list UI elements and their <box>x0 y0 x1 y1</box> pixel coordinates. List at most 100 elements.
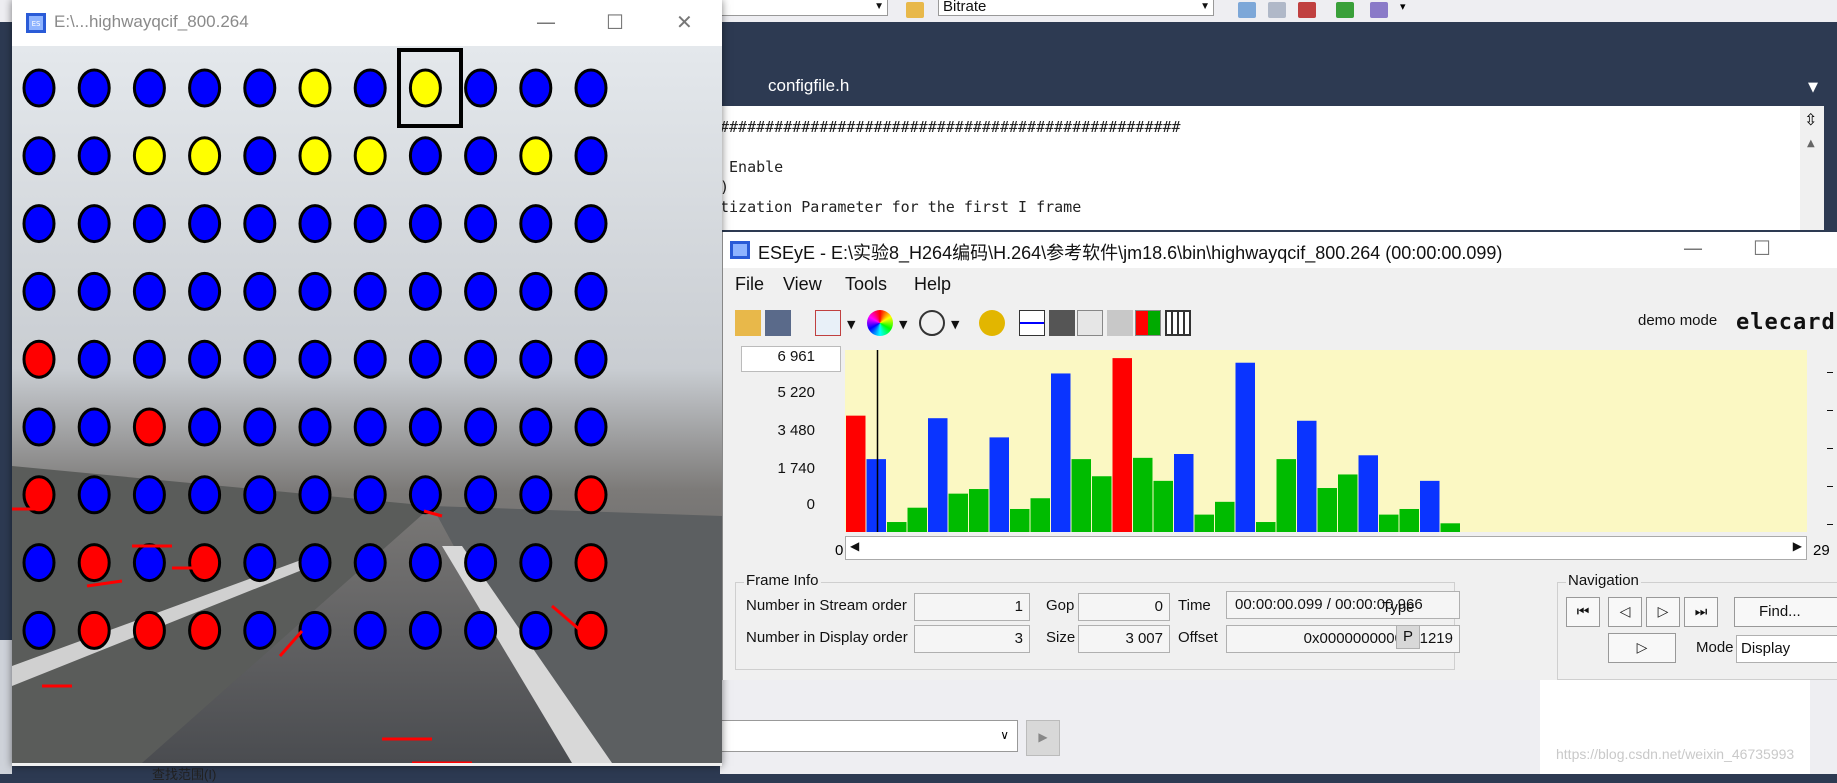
menu-file[interactable]: File <box>735 274 764 295</box>
macroblock-dot-blue <box>243 204 277 244</box>
macroblock-dot-blue <box>408 610 442 650</box>
close-icon[interactable]: ✕ <box>676 10 693 34</box>
macroblock-dot-blue <box>353 407 387 447</box>
bar-frame-16[interactable] <box>1174 454 1194 532</box>
code-editor[interactable]: ########################################… <box>720 106 1800 230</box>
bar-frame-9[interactable] <box>1030 498 1051 532</box>
mode-select[interactable]: Display <box>1736 635 1837 663</box>
bar-frame-15[interactable] <box>1153 480 1174 532</box>
bar-frame-4[interactable] <box>928 418 948 532</box>
tools-icon[interactable] <box>1298 2 1316 18</box>
bar-frame-28[interactable] <box>1420 480 1440 532</box>
minimize-icon[interactable]: — <box>1683 236 1703 260</box>
find-icon[interactable] <box>1238 2 1256 18</box>
bar-frame-25[interactable] <box>1358 455 1379 532</box>
folder-icon[interactable] <box>906 2 924 18</box>
calculator-icon[interactable] <box>1049 310 1075 336</box>
color-icon[interactable] <box>867 310 893 336</box>
macroblock-dot-blue <box>298 407 332 447</box>
macroblock-dot-blue <box>243 610 277 650</box>
maximize-icon[interactable]: ☐ <box>606 10 624 34</box>
macroblock-dot-blue <box>22 543 56 583</box>
macroblock-dot-blue <box>353 204 387 244</box>
bar-frame-20[interactable] <box>1256 522 1276 532</box>
scroll-left-icon[interactable]: ◀ <box>850 539 859 553</box>
layout-icon[interactable] <box>1370 2 1388 18</box>
maximize-icon[interactable]: ☐ <box>1753 236 1771 260</box>
export-icon[interactable] <box>1336 2 1354 18</box>
bar-frame-5[interactable] <box>948 493 969 532</box>
scroll-right-icon[interactable]: ▶ <box>1793 539 1802 553</box>
next-frame-icon[interactable]: ▷ <box>1646 597 1680 627</box>
bitrate-chart[interactable] <box>845 350 1807 532</box>
bar-frame-26[interactable] <box>1379 514 1399 532</box>
macroblock-dot-red <box>132 610 166 650</box>
bar-frame-24[interactable] <box>1338 474 1358 532</box>
macroblock-dot-blue <box>353 339 387 379</box>
save-icon[interactable] <box>765 310 791 336</box>
go-button[interactable]: ▶ <box>1026 720 1060 756</box>
chevron-down-icon[interactable]: ▼ <box>899 318 907 331</box>
bar-frame-22[interactable] <box>1297 420 1317 532</box>
find-button[interactable]: Find... <box>1734 597 1837 627</box>
bar-frame-18[interactable] <box>1215 501 1235 532</box>
bar-frame-6[interactable] <box>969 489 989 532</box>
motion-vector-icon[interactable] <box>1077 310 1103 336</box>
properties-icon[interactable] <box>1268 2 1286 18</box>
bar-frame-10[interactable] <box>1051 373 1071 532</box>
grid-gray-icon[interactable] <box>1107 310 1133 336</box>
bar-frame-2[interactable] <box>887 522 907 532</box>
app-icon: ES <box>26 13 46 33</box>
tab-configfile[interactable]: configfile.h <box>768 76 849 96</box>
bar-frame-13[interactable] <box>1112 358 1133 532</box>
chart-icon[interactable] <box>815 310 841 336</box>
macroblock-dot-blue <box>353 475 387 515</box>
hline-icon[interactable] <box>1019 310 1045 336</box>
editor-scrollbar[interactable]: ⇳ ▲ <box>1800 106 1824 230</box>
macroblock-dot-blue <box>464 204 498 244</box>
menu-tools[interactable]: Tools <box>845 274 887 295</box>
bar-frame-17[interactable] <box>1194 514 1215 532</box>
grid-icon[interactable] <box>1165 310 1191 336</box>
scroll-up-icon[interactable]: ▲ <box>1807 138 1815 149</box>
eseye-titlebar[interactable]: ESEyE - E:\实验8_H264编码\H.264\参考软件\jm18.6\… <box>723 232 1837 268</box>
first-frame-icon[interactable]: ⏮ <box>1566 597 1600 627</box>
chevron-down-icon: ▼ <box>1200 1 1210 12</box>
open-icon[interactable] <box>735 310 761 336</box>
tab-dropdown-icon[interactable]: ▼ <box>1808 80 1818 95</box>
prev-frame-icon[interactable]: ◁ <box>1608 597 1642 627</box>
bar-frame-7[interactable] <box>989 437 1010 532</box>
menu-view[interactable]: View <box>783 274 822 295</box>
bar-frame-3[interactable] <box>907 507 928 532</box>
bar-frame-21[interactable] <box>1276 459 1297 532</box>
video-frame[interactable] <box>12 46 722 763</box>
bar-frame-29[interactable] <box>1440 523 1461 532</box>
minimize-icon[interactable]: — <box>536 10 556 34</box>
ide-bitrate-combo[interactable]: Bitrate ▼ <box>938 0 1214 16</box>
bar-frame-14[interactable] <box>1133 457 1153 532</box>
bar-frame-8[interactable] <box>1010 508 1030 532</box>
macroblock-type-icon[interactable] <box>1135 310 1161 336</box>
bar-frame-12[interactable] <box>1092 476 1112 532</box>
info-icon[interactable] <box>979 310 1005 336</box>
bar-frame-1[interactable] <box>866 459 887 532</box>
bar-frame-11[interactable] <box>1071 459 1092 532</box>
chevron-down-icon[interactable]: ▼ <box>951 318 959 331</box>
video-window-titlebar[interactable]: ES E:\...highwayqcif_800.264 — ☐ ✕ <box>12 0 722 46</box>
bar-frame-23[interactable] <box>1317 488 1338 532</box>
split-icon[interactable]: ⇳ <box>1804 110 1817 129</box>
bar-frame-27[interactable] <box>1399 508 1420 532</box>
bar-frame-0[interactable] <box>846 415 866 532</box>
bar-frame-19[interactable] <box>1235 362 1256 532</box>
macroblock-dot-blue <box>464 407 498 447</box>
last-frame-icon[interactable]: ⏭ <box>1684 597 1718 627</box>
chevron-down-icon[interactable]: ▼ <box>847 318 855 331</box>
chart-scrollbar[interactable]: ◀ ▶ <box>845 536 1807 560</box>
menu-help[interactable]: Help <box>914 274 951 295</box>
chevron-down-icon[interactable]: ▾ <box>1400 0 1406 13</box>
zoom-icon[interactable] <box>919 310 945 336</box>
ide-lower-combo[interactable]: ∨ <box>720 720 1018 752</box>
macroblock-dot-blue <box>22 204 56 244</box>
play-icon[interactable]: ▷ <box>1608 633 1676 663</box>
macroblock-dot-blue <box>77 271 111 311</box>
